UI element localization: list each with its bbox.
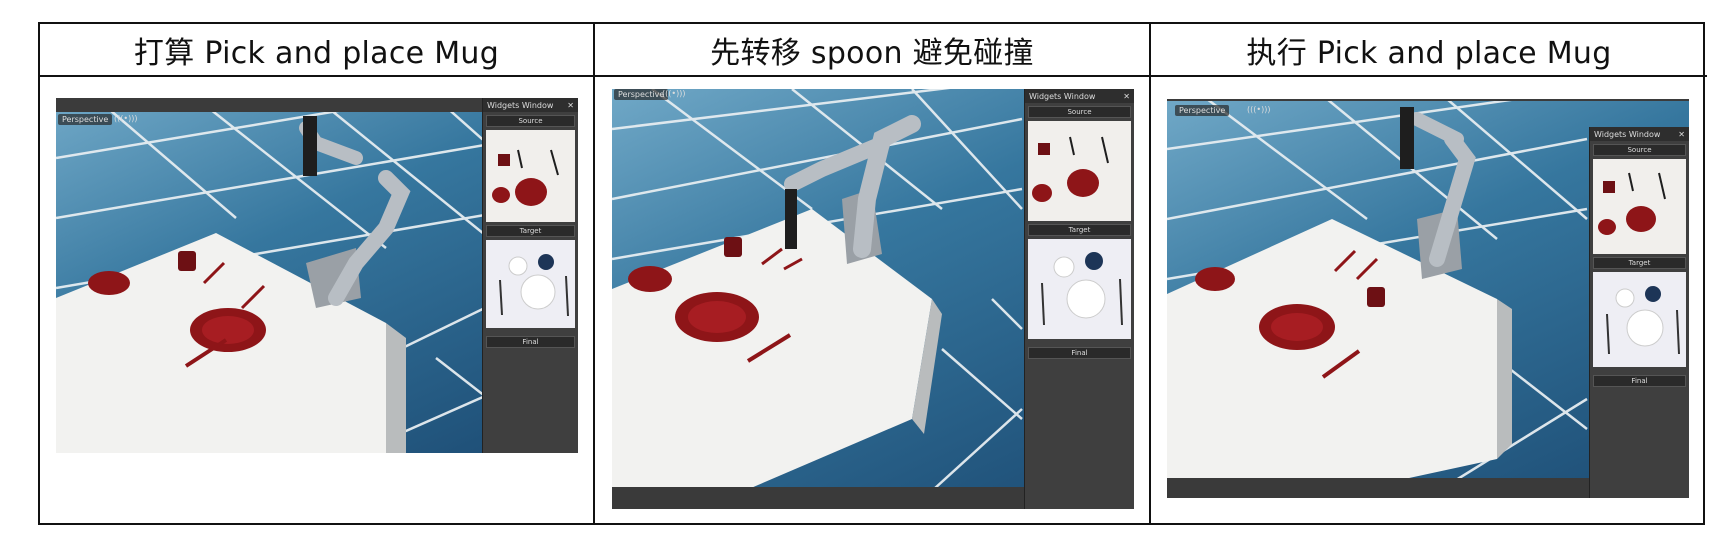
close-icon[interactable]: ✕ — [1678, 130, 1685, 139]
broadcast-icon[interactable]: (((•))) — [1247, 105, 1270, 114]
widgets-title: Widgets Window — [1029, 91, 1096, 101]
viewport-toolbar — [1167, 99, 1689, 101]
source-preview — [486, 130, 575, 222]
perspective-menu[interactable]: Perspective — [614, 89, 669, 100]
target-preview — [1593, 272, 1686, 367]
source-button[interactable]: Source — [486, 115, 575, 127]
close-icon[interactable]: ✕ — [567, 101, 574, 110]
source-button[interactable]: Source — [1593, 144, 1686, 156]
final-button[interactable]: Final — [1028, 347, 1131, 359]
target-preview — [486, 240, 575, 328]
close-icon[interactable]: ✕ — [1123, 92, 1130, 101]
target-button[interactable]: Target — [1593, 257, 1686, 269]
sim-screenshot-3: Perspective (((•))) Widgets Window ✕ Sour… — [1167, 99, 1689, 498]
final-button[interactable]: Final — [486, 336, 575, 348]
broadcast-icon[interactable]: (((•))) — [662, 89, 685, 98]
column-header-2: 先转移 spoon 避免碰撞 — [595, 24, 1151, 77]
widgets-title: Widgets Window — [1594, 129, 1661, 139]
source-preview — [1593, 159, 1686, 254]
source-preview — [1028, 121, 1131, 221]
widgets-window-1: Widgets Window ✕ Source Target Final — [482, 98, 578, 453]
widgets-title: Widgets Window — [487, 100, 554, 110]
sim-screenshot-1: Perspective (((•))) Widgets Window ✕ Sour… — [56, 98, 578, 453]
timeline-bar — [612, 487, 1024, 509]
perspective-menu[interactable]: Perspective — [1175, 105, 1230, 116]
sim-screenshot-2: Perspective (((•))) Widgets Window ✕ Sour… — [612, 89, 1134, 509]
broadcast-icon[interactable]: (((•))) — [114, 114, 137, 123]
column-header-3: 执行 Pick and place Mug — [1151, 24, 1707, 77]
source-button[interactable]: Source — [1028, 106, 1131, 118]
target-preview — [1028, 239, 1131, 339]
column-header-1: 打算 Pick and place Mug — [40, 24, 595, 77]
perspective-menu[interactable]: Perspective — [58, 114, 113, 125]
target-button[interactable]: Target — [1028, 224, 1131, 236]
timeline-bar — [1167, 478, 1589, 498]
widgets-window-3: Widgets Window ✕ Source Target Final — [1589, 127, 1689, 498]
final-button[interactable]: Final — [1593, 375, 1686, 387]
target-button[interactable]: Target — [486, 225, 575, 237]
widgets-window-2: Widgets Window ✕ Source Target Final — [1024, 89, 1134, 509]
